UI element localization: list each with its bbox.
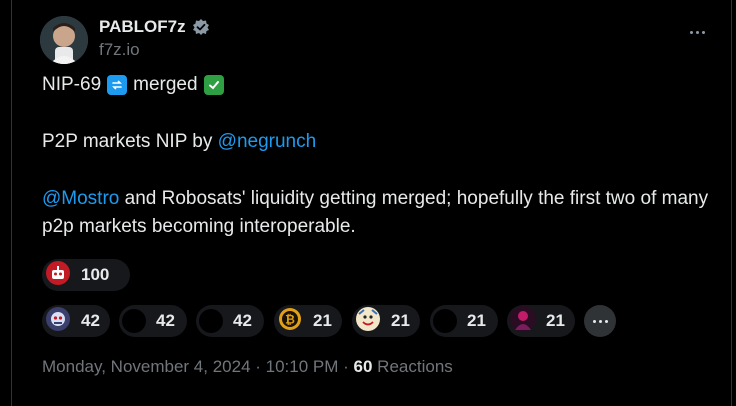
post-line-2: P2P markets NIP by @negrunch [42,128,316,156]
reaction-count: 42 [156,311,175,330]
post-card: PABLOF7z f7z.io NIP-69 merged P2P market… [11,0,732,406]
reaction-pill[interactable]: 21 [430,305,498,337]
reaction-count: 42 [81,311,100,330]
reaction-count: 42 [233,311,252,330]
post-line-1: NIP-69 merged [42,71,224,99]
repeat-emoji-icon [107,75,128,95]
person-emoji-icon [510,305,536,337]
reaction-pill[interactable]: 42 [119,305,187,337]
dot-icon [598,319,602,323]
bitcoin-coin-emoji-icon: ₿ [277,306,303,337]
reactions-label[interactable]: Reactions [377,357,453,376]
dot-icon [701,30,705,34]
reaction-pill[interactable]: 42 [42,305,110,337]
author-avatar[interactable] [40,16,88,64]
more-reactions-button[interactable] [584,305,616,337]
post-text: and Robosats' liquidity getting merged; … [42,188,709,237]
post-time[interactable]: 10:10 PM [266,357,339,376]
reaction-count: 21 [313,311,332,330]
author-name-row: PABLOF7z [99,17,210,37]
post-line-3: @Mostro and Robosats' liquidity getting … [42,185,736,241]
black-circle-emoji-icon [433,309,457,333]
post-text-prefix: NIP-69 [42,74,102,95]
author-name[interactable]: PABLOF7z [99,17,186,37]
meta-separator: · [338,357,354,376]
post-text: P2P markets NIP by [42,131,218,152]
more-options-button[interactable] [685,26,709,38]
post-text-merged: merged [133,74,198,95]
check-mark-emoji-icon [203,75,224,95]
mention-link[interactable]: @negrunch [218,131,317,152]
dot-icon [689,30,693,34]
post-date[interactable]: Monday, November 4, 2024 [42,357,251,376]
reaction-pill[interactable]: 100 [42,259,130,291]
reaction-count: 21 [391,311,410,330]
robot-face-emoji-icon [45,306,71,337]
black-circle-emoji-icon [199,309,223,333]
robot-emoji-icon [45,260,71,291]
svg-text:₿: ₿ [285,312,295,326]
smiling-character-emoji-icon [355,306,381,337]
author-handle[interactable]: f7z.io [99,40,140,60]
reaction-pill[interactable]: 21 [507,305,575,337]
reactions-count[interactable]: 60 [354,357,373,376]
reaction-count: 21 [546,311,565,330]
verified-badge-icon [192,18,210,36]
black-circle-emoji-icon [122,309,146,333]
reaction-pill[interactable]: 42 [196,305,264,337]
mention-link[interactable]: @Mostro [42,188,119,209]
dot-icon [592,319,596,323]
dot-icon [695,30,699,34]
reaction-count: 100 [81,265,110,284]
reaction-pill[interactable]: ₿ 21 [274,305,342,337]
reaction-count: 21 [467,311,486,330]
dot-icon [604,319,608,323]
reaction-pill[interactable]: 21 [352,305,420,337]
meta-separator: · [250,357,266,376]
post-meta: Monday, November 4, 2024 · 10:10 PM · 60… [42,357,453,377]
